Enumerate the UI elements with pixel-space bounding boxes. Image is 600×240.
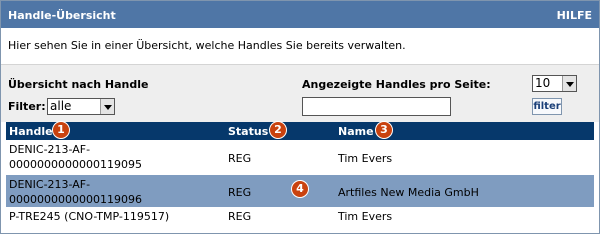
chevron-down-icon (562, 76, 576, 91)
callout-badge-2: 2 (269, 121, 287, 139)
column-header-status[interactable]: Status (228, 125, 268, 138)
title-bar: Handle-Übersicht HILFE (1, 1, 599, 28)
handle-cell-line2: 0000000000000119095 (9, 158, 142, 171)
table-row[interactable]: P-TRE245 (CNO-TMP-119517) REG Tim Evers (6, 208, 594, 226)
filter-select-value: alle (50, 99, 72, 113)
table-row[interactable]: DENIC-213-AF- 0000000000000119095 REG Ti… (6, 141, 594, 174)
table-header: Handle Status Name (6, 122, 594, 140)
filter-section: Übersicht nach Handle Filter: alle Angez… (1, 64, 599, 122)
per-page-select-value: 10 (535, 76, 551, 90)
name-cell: Tim Evers (338, 152, 393, 165)
status-cell: REG (228, 210, 252, 223)
handle-cell-line1: DENIC-213-AF- (9, 178, 91, 191)
callout-badge-4: 4 (291, 180, 309, 198)
filter-select[interactable]: alle (47, 98, 115, 115)
chevron-down-icon (100, 99, 114, 114)
column-header-handle[interactable]: Handle (9, 125, 53, 138)
handle-cell-line1: P-TRE245 (CNO-TMP-119517) (9, 210, 170, 223)
handle-search-input[interactable] (302, 97, 451, 116)
page-title: Handle-Übersicht (8, 9, 116, 22)
handle-overview-panel: Handle-Übersicht HILFE Hier sehen Sie in… (0, 0, 600, 234)
name-cell: Tim Evers (338, 210, 393, 223)
callout-badge-1: 1 (52, 121, 70, 139)
status-cell: REG (228, 152, 252, 165)
per-page-label: Angezeigte Handles pro Seite: (302, 78, 491, 91)
handle-cell-line2: 0000000000000119096 (9, 193, 142, 206)
help-link[interactable]: HILFE (557, 9, 592, 22)
status-cell: REG (228, 186, 252, 199)
name-cell: Artfiles New Media GmbH (338, 186, 479, 199)
overview-by-handle-label: Übersicht nach Handle (8, 78, 149, 91)
intro-text: Hier sehen Sie in einer Übersicht, welch… (8, 39, 406, 52)
handle-cell-line1: DENIC-213-AF- (9, 143, 91, 156)
callout-badge-3: 3 (375, 121, 393, 139)
per-page-select[interactable]: 10 (532, 75, 577, 92)
column-header-name[interactable]: Name (338, 125, 374, 138)
filter-label: Filter: (8, 100, 46, 113)
filter-button[interactable]: filter (532, 98, 562, 115)
